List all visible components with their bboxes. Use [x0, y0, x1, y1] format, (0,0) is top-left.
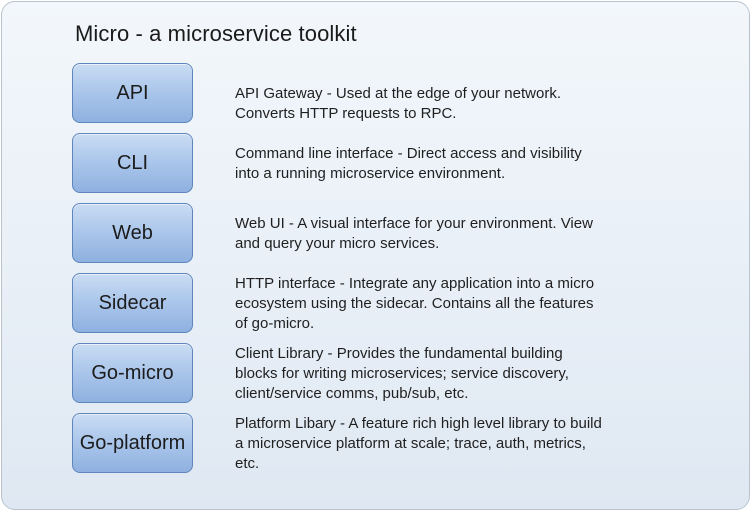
description-line: HTTP interface - Integrate any applicati… [235, 275, 595, 292]
description-line: API Gateway - Used at the edge of your n… [235, 85, 562, 102]
web-button[interactable]: Web [72, 203, 193, 263]
description-line: ecosystem using the sidecar. Contains al… [235, 295, 594, 312]
cli-description: Command line interface - Direct access a… [235, 144, 655, 184]
description-line: blocks for writing microservices; servic… [235, 365, 569, 382]
go-micro-button[interactable]: Go-micro [72, 343, 193, 403]
description-line: client/service comms, pub/sub, etc. [235, 385, 469, 402]
component-row-api: API API Gateway - Used at the edge of yo… [2, 63, 751, 125]
description-line: and query your micro services. [235, 235, 440, 252]
description-line: Converts HTTP requests to RPC. [235, 105, 457, 122]
description-line: into a running microservice environment. [235, 165, 506, 182]
description-line: etc. [235, 455, 260, 472]
component-row-go-platform: Go-platform Platform Libary - A feature … [2, 413, 751, 475]
web-description: Web UI - A visual interface for your env… [235, 214, 655, 254]
description-line: Client Library - Provides the fundamenta… [235, 345, 563, 362]
description-line: of go-micro. [235, 315, 315, 332]
diagram-title: Micro - a microservice toolkit [75, 21, 357, 46]
go-micro-description: Client Library - Provides the fundamenta… [235, 344, 655, 404]
component-row-sidecar: Sidecar HTTP interface - Integrate any a… [2, 273, 751, 335]
go-platform-button[interactable]: Go-platform [72, 413, 193, 473]
sidecar-description: HTTP interface - Integrate any applicati… [235, 274, 655, 334]
api-button[interactable]: API [72, 63, 193, 123]
component-row-web: Web Web UI - A visual interface for your… [2, 203, 751, 265]
sidecar-button[interactable]: Sidecar [72, 273, 193, 333]
component-row-cli: CLI Command line interface - Direct acce… [2, 133, 751, 195]
description-line: Command line interface - Direct access a… [235, 145, 582, 162]
go-platform-description: Platform Libary - A feature rich high le… [235, 414, 655, 474]
toolkit-panel: Micro - a microservice toolkit API API G… [1, 1, 750, 510]
description-line: a microservice platform at scale; trace,… [235, 435, 586, 452]
description-line: Platform Libary - A feature rich high le… [235, 415, 602, 432]
component-row-go-micro: Go-micro Client Library - Provides the f… [2, 343, 751, 405]
api-description: API Gateway - Used at the edge of your n… [235, 84, 655, 124]
cli-button[interactable]: CLI [72, 133, 193, 193]
description-line: Web UI - A visual interface for your env… [235, 215, 593, 232]
